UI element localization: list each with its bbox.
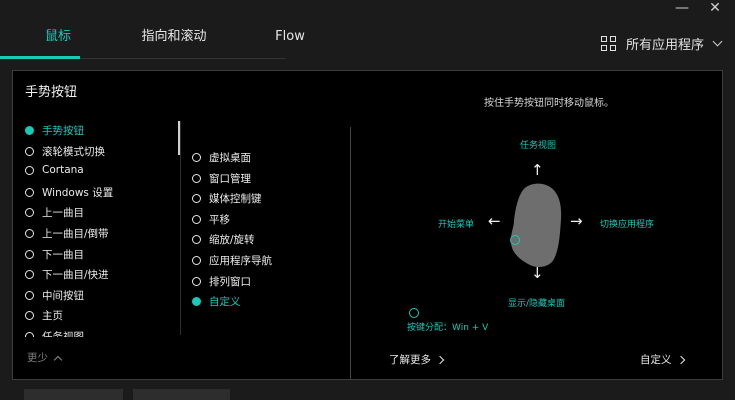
arrow-up-icon: ↑ xyxy=(531,161,544,179)
arrow-left-icon: ← xyxy=(488,212,501,230)
app-selector-label: 所有应用程序 xyxy=(625,38,704,53)
radio-icon xyxy=(192,194,201,204)
radio-icon xyxy=(25,229,34,238)
chevron-up-icon xyxy=(53,355,63,364)
gesture-down-label[interactable]: 显示/隐藏桌面 xyxy=(508,296,565,309)
function-option[interactable]: 中间按钮 xyxy=(25,288,84,303)
customize-label: 自定义 xyxy=(640,354,672,366)
radio-icon xyxy=(25,332,34,337)
gesture-type-label: 虚拟桌面 xyxy=(209,152,251,164)
gesture-type-option[interactable]: 应用程序导航 xyxy=(192,253,272,268)
app-selector[interactable]: 所有应用程序 xyxy=(600,34,723,53)
bottom-button-right[interactable] xyxy=(133,389,230,400)
gesture-type-option[interactable]: 窗口管理 xyxy=(192,171,251,186)
gesture-up-label[interactable]: 任务视图 xyxy=(520,138,556,151)
function-label: 下一曲目/快进 xyxy=(42,269,109,282)
radio-icon xyxy=(192,276,201,286)
radio-icon xyxy=(192,173,201,183)
gesture-type-option[interactable]: 自定义 xyxy=(192,294,241,309)
function-option[interactable]: 主页 xyxy=(25,308,63,323)
function-label: Windows 设置 xyxy=(42,186,114,199)
bottom-button-left[interactable] xyxy=(24,389,123,400)
tab-point-scroll[interactable]: 指向和滚动 xyxy=(116,22,232,58)
function-option[interactable]: Cortana xyxy=(25,164,84,176)
gesture-panel: 手势按钮 按住手势按钮同时移动鼠标。 手势按钮 滚轮模式切换 Cortana W… xyxy=(12,70,723,380)
click-marker[interactable] xyxy=(409,308,419,318)
show-less-label: 更少 xyxy=(27,352,48,364)
function-option[interactable]: 下一曲目 xyxy=(25,247,84,262)
function-label: 下一曲目 xyxy=(42,248,84,261)
chevron-right-icon xyxy=(435,355,445,364)
grid-icon xyxy=(600,36,616,51)
learn-more-label: 了解更多 xyxy=(389,354,431,366)
gesture-type-label: 自定义 xyxy=(209,296,241,309)
function-list: 手势按钮 滚轮模式切换 Cortana Windows 设置 上一曲目 上一曲目… xyxy=(25,123,185,337)
function-option[interactable]: 滚轮模式切换 xyxy=(25,144,105,159)
radio-icon xyxy=(25,187,34,197)
function-label: 滚轮模式切换 xyxy=(42,145,105,158)
gesture-type-label: 窗口管理 xyxy=(209,172,251,185)
radio-icon xyxy=(192,153,201,162)
mouse-shape-icon xyxy=(510,183,562,267)
function-label: 中间按钮 xyxy=(42,289,84,302)
function-label: 上一曲目 xyxy=(42,207,84,220)
radio-icon xyxy=(25,249,34,259)
gesture-type-option[interactable]: 平移 xyxy=(192,212,230,227)
chevron-down-icon xyxy=(712,36,723,47)
gesture-click-label[interactable]: 按键分配：Win + V xyxy=(407,320,488,333)
radio-icon xyxy=(25,270,34,280)
function-label: 手势按钮 xyxy=(42,125,84,137)
tab-divider xyxy=(80,58,286,59)
close-icon[interactable]: ✕ xyxy=(709,1,721,15)
radio-selected-icon xyxy=(192,297,201,307)
arrow-right-icon: → xyxy=(570,212,583,230)
function-label: 上一曲目/倒带 xyxy=(42,228,109,240)
chevron-right-icon xyxy=(676,355,685,364)
radio-icon xyxy=(25,311,34,321)
column-divider xyxy=(350,127,351,379)
gesture-type-label: 排列窗口 xyxy=(209,275,251,288)
radio-icon xyxy=(192,235,201,245)
function-option[interactable]: 上一曲目/倒带 xyxy=(25,226,109,241)
tab-mouse[interactable]: 鼠标 xyxy=(0,22,116,58)
window-controls: — ✕ xyxy=(675,1,721,15)
panel-hint: 按住手势按钮同时移动鼠标。 xyxy=(484,98,614,109)
customize-link[interactable]: 自定义 xyxy=(640,352,685,367)
function-label: 主页 xyxy=(42,310,63,323)
gesture-type-option[interactable]: 虚拟桌面 xyxy=(192,150,251,165)
show-less-toggle[interactable]: 更少 xyxy=(27,350,63,365)
radio-icon xyxy=(192,256,201,265)
tab-flow[interactable]: Flow xyxy=(232,22,348,58)
function-option[interactable]: 任务视图 xyxy=(25,329,84,337)
panel-title: 手势按钮 xyxy=(25,85,78,100)
active-tab-indicator xyxy=(0,56,80,59)
radio-icon xyxy=(192,214,201,224)
gesture-type-label: 平移 xyxy=(209,213,230,226)
function-option[interactable]: Windows 设置 xyxy=(25,185,113,200)
radio-icon xyxy=(25,290,34,300)
column-divider xyxy=(180,121,181,335)
gesture-type-option[interactable]: 排列窗口 xyxy=(192,274,251,289)
function-label: 任务视图 xyxy=(42,331,84,337)
gesture-type-option[interactable]: 媒体控制键 xyxy=(192,191,262,206)
gesture-right-label[interactable]: 切换应用程序 xyxy=(600,217,654,230)
learn-more-link[interactable]: 了解更多 xyxy=(389,352,445,367)
gesture-type-option[interactable]: 缩放/旋转 xyxy=(192,232,255,247)
gesture-button-marker[interactable] xyxy=(510,235,520,245)
radio-icon xyxy=(25,208,34,218)
gesture-type-label: 媒体控制键 xyxy=(209,193,262,206)
radio-icon xyxy=(25,165,34,175)
function-option[interactable]: 下一曲目/快进 xyxy=(25,267,109,282)
function-label: Cortana xyxy=(42,164,84,177)
gesture-type-label: 缩放/旋转 xyxy=(209,234,255,247)
radio-icon xyxy=(25,146,34,156)
gesture-left-label[interactable]: 开始菜单 xyxy=(438,217,474,230)
tab-bar: 鼠标 指向和滚动 Flow xyxy=(0,22,348,58)
function-option[interactable]: 上一曲目 xyxy=(25,205,84,220)
gesture-type-label: 应用程序导航 xyxy=(209,255,272,267)
radio-selected-icon xyxy=(25,126,34,135)
minimize-icon[interactable]: — xyxy=(675,1,689,15)
function-option[interactable]: 手势按钮 xyxy=(25,123,84,138)
